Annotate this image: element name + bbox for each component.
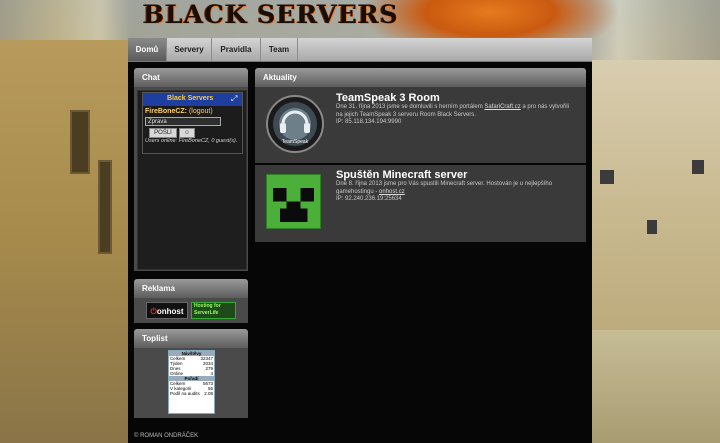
toplist-counter[interactable]: Návštěvy Celkem 32347 Týden 2034 Dnes 279 O… <box>168 350 215 414</box>
chat-username: FireBoneCZ: <box>145 108 187 115</box>
background-ground <box>592 330 720 443</box>
background-left-building <box>0 40 128 443</box>
footer-copyright[interactable]: © ROMAN ONDRÁČEK <box>134 433 198 439</box>
toplist-value: 2.08 <box>204 391 213 396</box>
news-title[interactable]: TeamSpeak 3 Room <box>336 92 440 104</box>
site-logo[interactable]: BLACK SERVERS <box>143 0 399 29</box>
news-title[interactable]: Spuštěn Minecraft server <box>336 169 467 181</box>
news-text-part: Dne 31. října 2013 jsme se domluvili s h… <box>336 104 485 110</box>
news-ip: IP: 92.240.236.19:25634 <box>336 196 402 202</box>
ads-panel-title: Reklama <box>134 279 248 298</box>
toplist-label: Podíl na audits <box>170 391 200 396</box>
chat-message-input[interactable]: Zprava <box>145 117 221 126</box>
news-panel-title: Aktuality <box>255 68 586 87</box>
onhost-link[interactable]: onhost.cz <box>379 189 405 195</box>
news-text: Dne 8. října 2013 jsme pro Vás spustili … <box>336 181 576 196</box>
svg-text:TeamSpeak: TeamSpeak <box>282 139 309 145</box>
chat-send-button[interactable]: POŠLI <box>149 128 177 138</box>
safaricraft-link[interactable]: SafariCraft.cz <box>484 104 520 110</box>
onhost-ad-banner[interactable]: ⏻onhost <box>146 302 188 319</box>
main-nav: Domů Servery Pravidla Team <box>128 38 592 62</box>
teamspeak-icon: TeamSpeak <box>265 93 325 155</box>
toplist-label: Online <box>170 371 184 376</box>
chat-widget: Black Servers ⤢ FireBoneCZ: (logout) Zpr… <box>142 92 243 154</box>
chat-username-line: FireBoneCZ: (logout) <box>145 108 213 115</box>
toplist-value: 4 <box>210 371 213 376</box>
chat-header-bar: Black Servers ⤢ <box>143 93 242 106</box>
toplist-panel-title: Toplist <box>134 329 248 348</box>
onhost-ad-label: onhost <box>156 307 184 316</box>
news-text-part: Dne 8. října 2013 jsme pro Vás spustili … <box>336 181 553 195</box>
chat-panel-title: Chat <box>134 68 248 87</box>
serverlife-ad-banner[interactable]: Hosting for ServerLife <box>191 302 236 319</box>
chat-logout-link[interactable]: (logout) <box>189 108 213 115</box>
nav-item-servery[interactable]: Servery <box>167 38 212 61</box>
nav-item-pravidla[interactable]: Pravidla <box>212 38 261 61</box>
chat-emoji-button[interactable]: ☺ <box>179 128 195 138</box>
nav-item-domu[interactable]: Domů <box>128 38 167 61</box>
expand-icon[interactable]: ⤢ <box>231 94 237 104</box>
chat-brand-link[interactable]: Black Servers <box>167 95 213 102</box>
minecraft-creeper-icon <box>264 172 323 231</box>
chat-users-online: Users online: FireBoneCZ, 0 guest(s). <box>145 138 238 144</box>
news-text: Dne 31. října 2013 jsme se domluvili s h… <box>336 104 576 119</box>
nav-item-team[interactable]: Team <box>261 38 298 61</box>
news-ip: IP: 85.118.134.194:9990 <box>336 119 402 125</box>
